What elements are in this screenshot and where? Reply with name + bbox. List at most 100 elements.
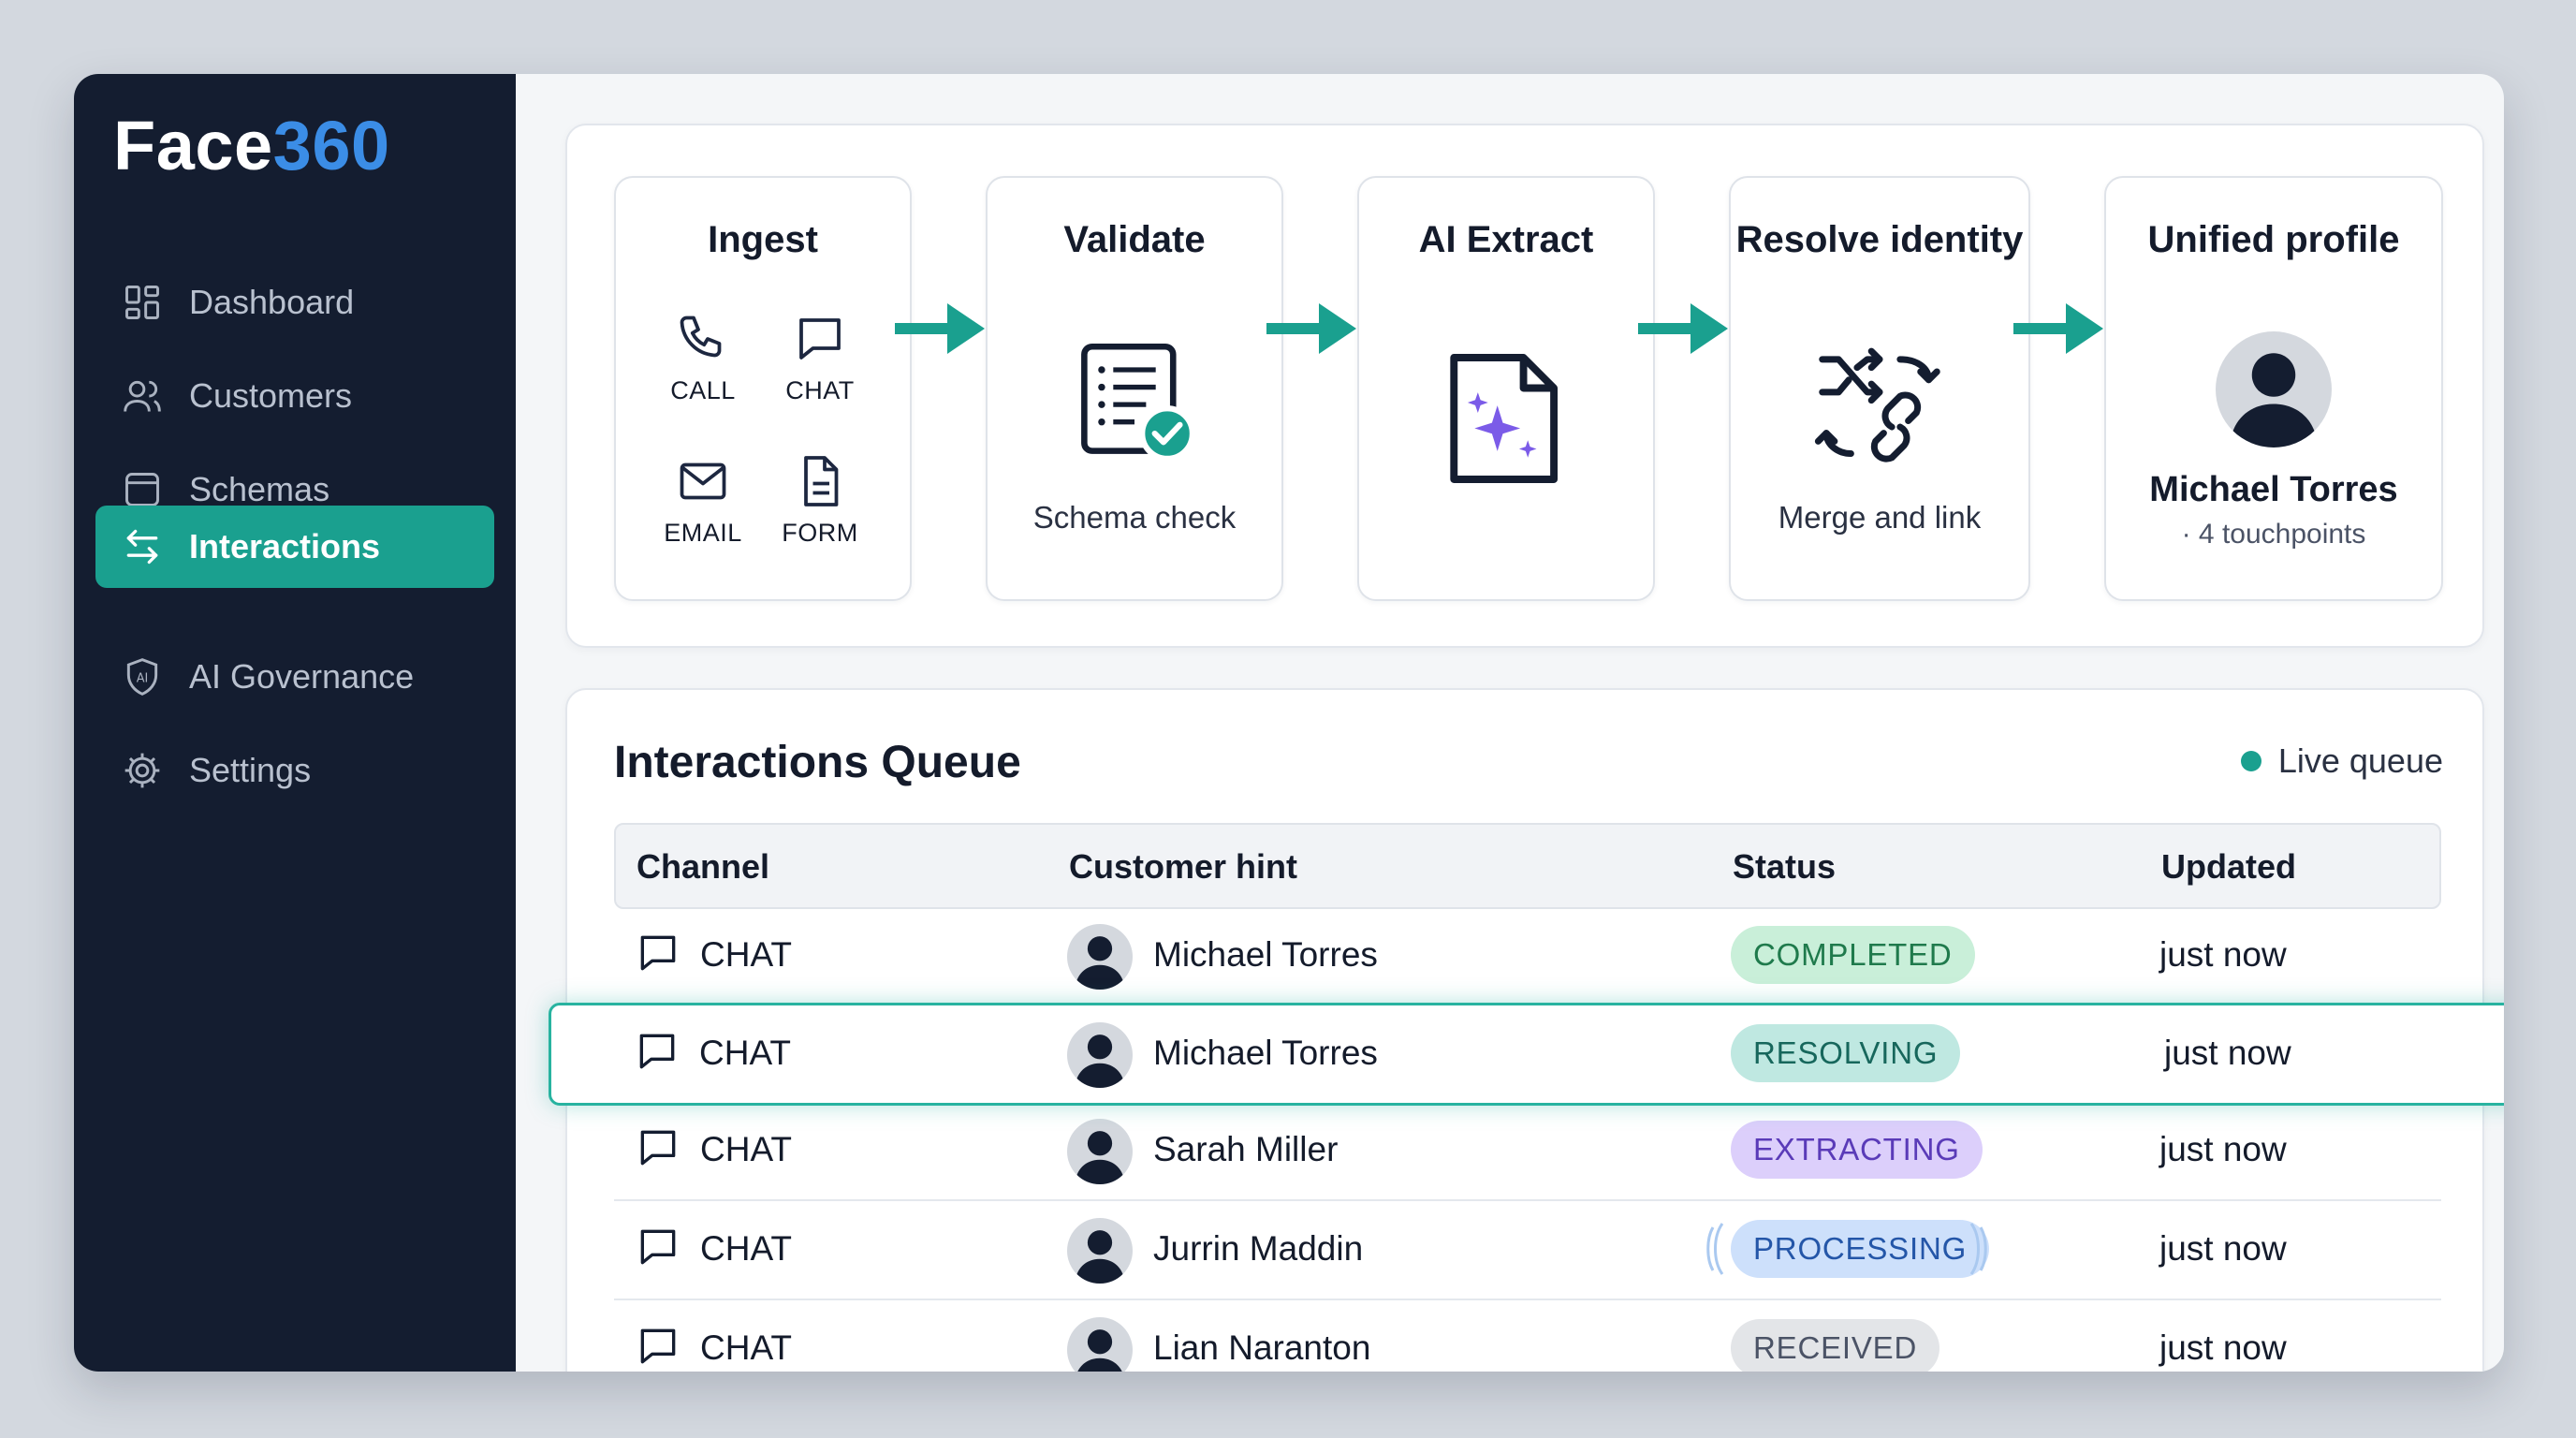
processing-pulse-icon [1969,1223,1987,1275]
live-queue-indicator: Live queue [2240,741,2443,781]
table-row[interactable]: CHAT Jurrin Maddin PROCESSING just now [614,1201,2441,1300]
column-header-customer-hint[interactable]: Customer hint [1069,847,1297,887]
chat-bubble-icon [799,318,841,360]
sidebar-item-ai-governance[interactable]: AI AI Governance [95,636,494,718]
step-title: Unified profile [2147,219,2400,260]
sidebar-item-label: Schemas [189,470,330,508]
pipeline-step-ai-extract[interactable]: AI Extract [1357,176,1655,601]
step-title: Validate [1063,219,1206,260]
gear-icon [124,753,160,788]
sidebar-item-label: Customers [189,376,353,415]
row-customer: Michael Torres [1153,1034,1378,1072]
column-header-status[interactable]: Status [1733,847,1836,887]
row-updated: just now [2159,1130,2287,1168]
profile-name: Michael Torres [2149,470,2398,509]
live-queue-label: Live queue [2277,741,2443,780]
ai-shield-icon: AI [126,658,158,696]
channel-form: FORM [764,453,876,548]
pipeline-step-ingest[interactable]: Ingest CALL CHAT EMAIL FORM [614,176,912,601]
sidebar-item-label: Interactions [189,527,381,565]
table-header: Channel Customer hint Status Updated [614,823,2441,909]
profile-avatar [2216,331,2332,448]
sidebar-item-label: Settings [189,751,312,789]
flow-arrow-icon [1638,303,1728,354]
status-badge: RECEIVED [1731,1319,1940,1372]
brand-name-part2: 360 [272,107,390,184]
channel-email: EMAIL [647,453,759,548]
row-updated: just now [2159,935,2287,974]
row-updated: just now [2159,1328,2287,1367]
app-window: Face360 Dashboard Customers Schemas Inte… [74,74,2504,1372]
pipeline-step-validate[interactable]: Validate Schema check [986,176,1283,601]
interactions-queue-card: Interactions Queue Live queue Channel Cu… [549,688,2504,1372]
flow-arrow-icon [895,303,985,354]
users-icon [124,380,161,412]
person-silhouette-icon [1075,1131,1125,1184]
column-header-channel[interactable]: Channel [637,847,769,887]
main-content: Ingest CALL CHAT EMAIL FORM Validate Sch… [516,74,2504,1372]
avatar [1067,1022,1133,1088]
person-silhouette-icon [1075,936,1125,990]
row-customer: Sarah Miller [1153,1130,1339,1168]
step-subtitle: Schema check [1032,500,1237,535]
avatar [1067,1119,1133,1184]
row-channel: CHAT [699,1034,791,1072]
svg-text:AI: AI [137,672,149,686]
chat-bubble-icon [640,1328,676,1364]
chat-bubble-icon [640,1130,676,1166]
row-channel: CHAT [700,1229,792,1268]
status-badge: EXTRACTING [1731,1121,1983,1179]
column-header-updated[interactable]: Updated [2161,847,2296,887]
channel-label: FORM [782,519,858,547]
table-row[interactable]: CHAT Michael Torres COMPLETED just now [614,907,2441,1006]
row-customer: Michael Torres [1153,935,1378,974]
step-title: Resolve identity [1735,219,2024,260]
dashboard-icon [125,286,159,319]
sidebar-item-interactions[interactable]: Interactions [95,506,494,588]
step-title: Ingest [708,219,818,260]
row-updated: just now [2164,1034,2291,1072]
swap-arrows-icon [126,529,158,565]
sidebar-item-dashboard[interactable]: Dashboard [95,261,494,344]
chat-bubble-icon [640,1229,676,1265]
pipeline-card: Ingest CALL CHAT EMAIL FORM Validate Sch… [565,124,2484,648]
schema-check-icon [1081,343,1195,462]
row-channel: CHAT [700,935,792,974]
pipeline-step-resolve-identity[interactable]: Resolve identity Merge and link [1729,176,2030,601]
channel-chat: CHAT [764,311,876,405]
table-row[interactable]: CHAT Sarah Miller EXTRACTING just now [614,1102,2441,1201]
chat-bubble-icon [639,1034,675,1069]
pipeline-step-unified-profile[interactable]: Unified profile Michael Torres · 4 touch… [2104,176,2443,601]
phone-icon [680,315,722,358]
step-title: AI Extract [1418,219,1594,260]
row-customer: Lian Naranton [1153,1328,1371,1367]
chat-bubble-icon [640,935,676,971]
sidebar-item-label: AI Governance [189,657,415,696]
processing-pulse-icon [1706,1223,1724,1275]
channel-label: CALL [670,376,736,404]
row-channel: CHAT [700,1328,792,1367]
status-badge: RESOLVING [1731,1024,1961,1082]
brand-name-part1: Face [113,107,273,184]
flow-arrow-icon [2013,303,2103,354]
status-badge: COMPLETED [1731,926,1975,984]
email-icon [680,462,726,500]
profile-touchpoints: · 4 touchpoints [2181,519,2366,550]
row-customer: Jurrin Maddin [1153,1229,1364,1268]
channel-label: EMAIL [664,519,742,547]
status-badge: PROCESSING [1731,1220,1990,1278]
ai-document-sparkle-icon [1450,354,1559,483]
sidebar-item-customers[interactable]: Customers [95,355,494,437]
sidebar-item-label: Dashboard [189,283,355,321]
brand-logo[interactable]: Face360 [113,111,390,181]
avatar [1067,1218,1133,1284]
channel-call: CALL [647,311,759,405]
person-silhouette-icon [1075,1230,1125,1284]
table-row[interactable]: CHAT Lian Naranton RECEIVED just now [614,1300,2441,1372]
row-updated: just now [2159,1229,2287,1268]
merge-link-icon [1814,347,1940,462]
table-row-selected[interactable]: CHAT Michael Torres RESOLVING just now [549,1003,2504,1106]
sidebar-item-settings[interactable]: Settings [95,729,494,812]
channel-label: CHAT [785,376,855,404]
avatar [1067,924,1133,990]
